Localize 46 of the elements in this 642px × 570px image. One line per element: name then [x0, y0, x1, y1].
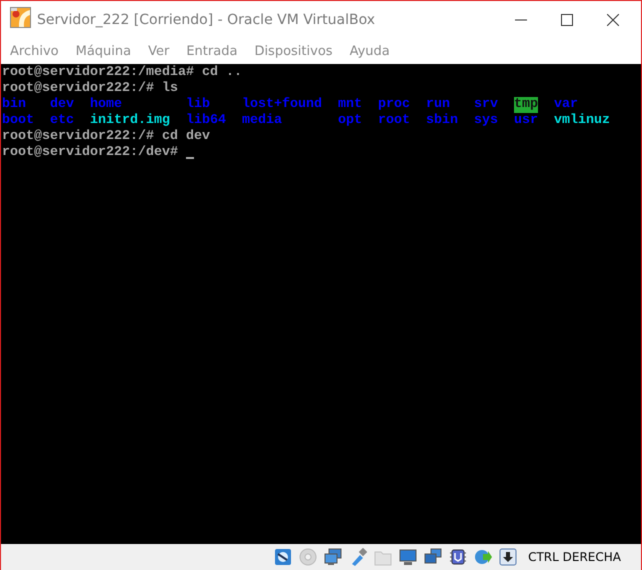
text-cursor: [186, 157, 194, 160]
shell-command: cd dev: [162, 129, 210, 145]
file-name: opt: [338, 113, 362, 130]
file-name: usr: [514, 113, 538, 130]
monitor-icon[interactable]: [399, 548, 418, 566]
host-key-label: CTRL DERECHA: [528, 550, 621, 564]
file-name: var: [554, 97, 578, 113]
file-name: lib: [186, 97, 210, 113]
shell-prompt: root@servidor222:/#: [2, 129, 154, 145]
menu-item[interactable]: Ver: [141, 44, 176, 59]
window-title: Servidor_222 [Corriendo] - Oracle VM VirtualBox: [37, 12, 376, 28]
file-name: home: [90, 97, 122, 113]
file-name: media: [242, 113, 282, 130]
file-name: tmp: [514, 97, 538, 114]
file-name: dev: [50, 97, 74, 114]
menu-item[interactable]: Entrada: [179, 44, 244, 59]
shell-prompt: root@servidor222:/#: [2, 81, 154, 97]
network-icon[interactable]: [324, 548, 342, 566]
file-name: boot: [2, 113, 34, 129]
menu-item[interactable]: Dispositivos: [247, 44, 340, 59]
file-name: bin: [2, 97, 26, 113]
file-name: initrd.img: [90, 113, 170, 129]
file-name: proc: [378, 97, 410, 114]
menu-item[interactable]: Archivo: [3, 44, 66, 59]
usb-icon[interactable]: [349, 548, 368, 566]
file-name: run: [426, 97, 450, 113]
app-icon: [10, 7, 31, 28]
file-name: root: [378, 113, 410, 130]
file-name: sbin: [426, 113, 458, 130]
shell-command: cd ..: [202, 65, 242, 82]
shell-prompt: root@servidor222:/media#: [2, 65, 194, 81]
file-name: etc: [50, 113, 74, 129]
file-name: mnt: [338, 97, 362, 114]
shell-prompt: root@servidor222:/dev#: [2, 145, 178, 162]
close-icon: [607, 14, 619, 26]
file-name: lib64: [186, 113, 226, 129]
file-name: vmlinuz: [554, 113, 610, 130]
chip-icon[interactable]: [449, 548, 468, 566]
shell-command: ls: [162, 81, 178, 98]
menu-item[interactable]: Ayuda: [342, 44, 397, 59]
menu-item[interactable]: Máquina: [68, 44, 138, 59]
maximize-icon: [561, 14, 573, 26]
screens-icon[interactable]: [424, 548, 442, 566]
file-name: sys: [474, 113, 498, 130]
file-name: srv: [474, 97, 498, 114]
file-name: lost+found: [242, 97, 322, 113]
